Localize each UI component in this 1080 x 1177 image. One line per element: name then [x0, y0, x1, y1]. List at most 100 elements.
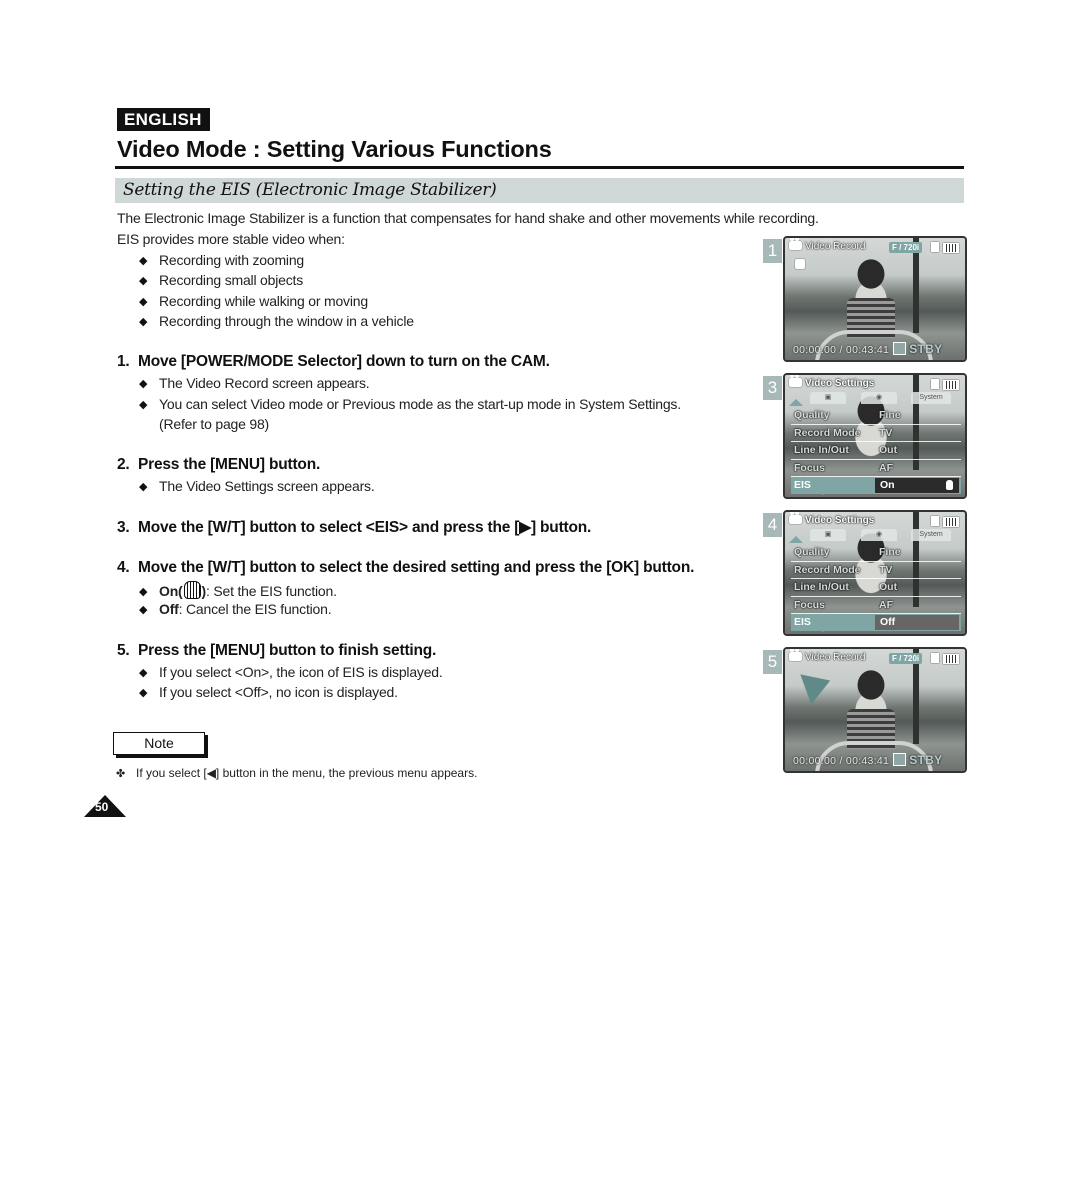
menu-item-label: Line In/Out — [794, 444, 849, 456]
step-5-bullet: ◆ If you select <Off>, no icon is display… — [139, 684, 398, 700]
video-camera-icon — [789, 238, 802, 250]
menu-item-value: Out — [879, 444, 898, 456]
title-divider — [115, 166, 964, 169]
status-stby: STBY — [909, 342, 943, 356]
step-number: 2. — [117, 456, 130, 473]
tab-system[interactable]: System — [911, 392, 951, 404]
menu-item-label: Record Mode — [794, 426, 861, 439]
eis-hand-icon — [183, 581, 201, 599]
step-text: Move the [W/T] button to select the desi… — [138, 559, 695, 576]
option-desc: : Cancel the EIS function. — [178, 601, 332, 617]
eis-hand-icon — [946, 480, 953, 490]
osd-top-bar: Video Record F / 720i — [789, 649, 961, 666]
menu-item-value: AF — [879, 461, 893, 474]
scroll-down-arrow-icon[interactable] — [815, 488, 831, 495]
menu-item-value: TV — [879, 426, 893, 439]
diamond-bullet-icon: ◆ — [139, 687, 148, 699]
bullet-text: Recording with zooming — [159, 252, 305, 268]
step-4-option-on: ◆ On(): Set the EIS function. — [139, 581, 337, 599]
note-text: ✤ If you select [◀] button in the menu, t… — [116, 766, 477, 780]
menu-item-label: Focus — [794, 598, 825, 611]
page-title: Video Mode : Setting Various Functions — [117, 136, 552, 162]
menu-title: Video Settings — [805, 515, 875, 526]
menu-title: Video Settings — [805, 378, 875, 389]
intro-text: The Electronic Image Stabilizer is a fun… — [117, 210, 819, 226]
menu-item-label: EIS — [794, 616, 811, 628]
bullet-text: You can select Video mode or Previous mo… — [159, 396, 681, 412]
section-title: Setting the EIS (Electronic Image Stabil… — [123, 180, 497, 200]
menu-item-value: AF — [879, 598, 893, 611]
video-camera-icon — [789, 649, 802, 661]
intro-bullet: ◆ Recording through the window in a vehic… — [139, 313, 414, 329]
step-1-bullet: ◆ The Video Record screen appears. — [139, 375, 370, 391]
video-camera-icon — [789, 512, 802, 524]
osd-mode-title: Video Record — [805, 241, 866, 252]
step-4-heading: 4. Move the [W/T] button to select the de… — [117, 559, 694, 577]
note-body: If you select [◀] button in the menu, th… — [136, 766, 478, 780]
option-term: Off — [159, 601, 179, 617]
diamond-bullet-icon: ◆ — [139, 275, 148, 287]
tab-camera[interactable]: ◉ — [861, 529, 897, 541]
diamond-bullet-icon: ◆ — [139, 604, 148, 616]
intro-text-2: EIS provides more stable video when: — [117, 231, 345, 247]
step-4-option-off: ◆ Off: Cancel the EIS function. — [139, 601, 332, 617]
osd-mode-title: Video Record — [805, 652, 866, 663]
menu-item-record-mode[interactable]: Record Mode TV — [791, 425, 961, 442]
menu-item-label: Quality — [794, 546, 830, 558]
screen-video-settings-off: Video Settings ▣ ◉ System Quality Fine Re… — [783, 510, 967, 636]
diamond-bullet-icon: ◆ — [139, 255, 148, 267]
menu-item-line-in-out[interactable]: Line In/Out Out — [791, 579, 961, 597]
menu-item-label: EIS — [794, 479, 811, 491]
bullet-text: The Video Settings screen appears. — [159, 478, 375, 494]
diamond-bullet-icon: ◆ — [139, 481, 148, 493]
scroll-down-arrow-icon[interactable] — [815, 625, 831, 632]
note-label: Note — [113, 732, 205, 755]
tab-system[interactable]: System — [911, 529, 951, 541]
menu-item-quality[interactable]: Quality Fine — [791, 407, 961, 425]
step-number: 3. — [117, 519, 130, 536]
menu-item-quality[interactable]: Quality Fine — [791, 544, 961, 562]
bullet-text: Recording through the window in a vehicl… — [159, 313, 414, 329]
osd-top-bar: Video Settings — [789, 375, 961, 392]
screen-video-settings-on: Video Settings ▣ ◉ System Quality Fine Re… — [783, 373, 967, 499]
screen-step-badge: 1 — [763, 239, 782, 263]
bullet-text: Recording while walking or moving — [159, 293, 368, 309]
tab-camera[interactable]: ◉ — [861, 392, 897, 404]
battery-icon — [943, 517, 959, 527]
intro-bullet: ◆ Recording small objects — [139, 272, 303, 288]
diamond-bullet-icon: ◆ — [139, 667, 148, 679]
menu-item-record-mode[interactable]: Record Mode TV — [791, 562, 961, 579]
menu-item-label: Focus — [794, 461, 825, 474]
status-stby: STBY — [909, 753, 943, 767]
menu-item-focus[interactable]: Focus AF — [791, 460, 961, 477]
cross-bullet-icon: ✤ — [116, 768, 126, 780]
step-2-heading: 2. Press the [MENU] button. — [117, 456, 320, 474]
battery-icon — [943, 654, 959, 664]
step-1-bullet: ◆ You can select Video mode or Previous m… — [139, 396, 681, 412]
timecode: 00:00:00 / 00:43:41 — [793, 344, 890, 356]
video-camera-icon — [789, 375, 802, 387]
diamond-bullet-icon: ◆ — [139, 399, 148, 411]
memory-card-icon — [931, 242, 939, 252]
menu-item-value: Fine — [879, 409, 901, 421]
step-text: Move [POWER/MODE Selector] down to turn … — [138, 353, 550, 370]
step-text: Press the [MENU] button to finish settin… — [138, 642, 437, 659]
memory-card-icon — [931, 653, 939, 663]
tab-video[interactable]: ▣ — [810, 392, 846, 404]
osd-top-bar: Video Record F / 720i — [789, 238, 961, 255]
menu-item-value: On — [880, 479, 895, 491]
menu-item-focus[interactable]: Focus AF — [791, 597, 961, 614]
menu-item-label: Line In/Out — [794, 581, 849, 593]
screen-step-badge: 3 — [763, 376, 782, 400]
menu-item-line-in-out[interactable]: Line In/Out Out — [791, 442, 961, 460]
bullet-text: If you select <Off>, no icon is displaye… — [159, 684, 398, 700]
memory-card-icon — [931, 379, 939, 389]
step-5-heading: 5. Press the [MENU] button to finish sett… — [117, 642, 436, 660]
intro-bullet: ◆ Recording with zooming — [139, 252, 304, 268]
diamond-bullet-icon: ◆ — [139, 378, 148, 390]
tab-video[interactable]: ▣ — [810, 529, 846, 541]
diamond-bullet-icon: ◆ — [139, 586, 148, 598]
menu-item-label: Quality — [794, 409, 830, 421]
screen-step-badge: 4 — [763, 513, 782, 537]
menu-item-label: Record Mode — [794, 563, 861, 576]
